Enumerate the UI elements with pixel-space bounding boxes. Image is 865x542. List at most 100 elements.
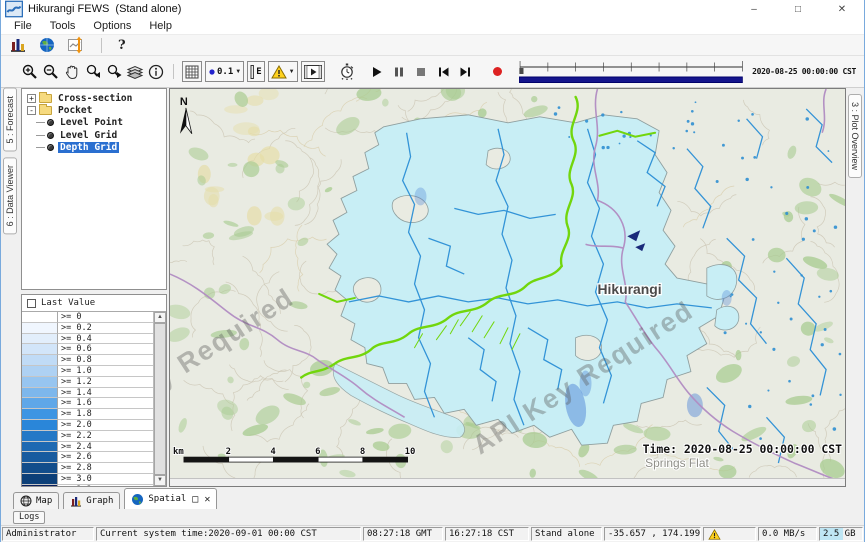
tab-plot-overview[interactable]: 3 : Plot Overview (848, 94, 862, 178)
tree-expander-icon[interactable]: + (27, 94, 36, 103)
movie-icon (304, 65, 322, 79)
zoom-next-icon[interactable] (105, 63, 123, 81)
elevation-button[interactable]: E (247, 61, 264, 82)
restore-panel-button[interactable]: □ (192, 494, 198, 505)
skip-to-start-button[interactable] (434, 63, 453, 81)
menu-help[interactable]: Help (140, 20, 181, 32)
map-canvas[interactable]: API Key Required API Key Required Hikura… (170, 89, 845, 478)
maximize-button[interactable]: □ (776, 0, 820, 18)
legend-row[interactable]: >= 3.2 (22, 485, 153, 486)
close-button[interactable]: ✕ (820, 0, 864, 18)
legend-row[interactable]: >= 2.0 (22, 420, 153, 431)
tab-map[interactable]: Map (13, 492, 59, 509)
bullet-icon (47, 119, 54, 126)
skip-to-end-button[interactable] (456, 63, 475, 81)
skip-start-icon (437, 66, 450, 78)
pause-button[interactable] (390, 63, 409, 81)
status-warning[interactable] (703, 527, 756, 541)
tree-label[interactable]: Depth Grid (58, 142, 119, 153)
legend-list: >= 0>= 0.2>= 0.4>= 0.6>= 0.8>= 1.0>= 1.2… (22, 312, 153, 486)
legend-swatch (22, 463, 58, 474)
legend-row[interactable]: >= 2.4 (22, 442, 153, 453)
legend-row[interactable]: >= 0.6 (22, 344, 153, 355)
zoom-previous-icon[interactable] (84, 63, 102, 81)
legend-row[interactable]: >= 2.6 (22, 452, 153, 463)
legend-row[interactable]: >= 1.2 (22, 377, 153, 388)
scalar-chart-icon[interactable] (67, 36, 85, 54)
menu-file[interactable]: File (5, 20, 41, 32)
layers-icon[interactable] (126, 63, 144, 81)
pan-icon[interactable] (63, 63, 81, 81)
tree-node[interactable]: Level Grid (22, 129, 166, 141)
tree-node[interactable]: - Pocket (22, 104, 166, 116)
tree-node[interactable]: + Cross-section (22, 92, 166, 104)
zoom-out-icon[interactable] (42, 63, 60, 81)
legend-row[interactable]: >= 1.0 (22, 366, 153, 377)
legend-row[interactable]: >= 2.2 (22, 431, 153, 442)
tab-spatial[interactable]: Spatial □ ✕ (124, 488, 217, 509)
tab-forecast[interactable]: 5 : Forecast (3, 88, 17, 152)
scroll-thumb[interactable] (154, 323, 166, 475)
legend-swatch (22, 388, 58, 399)
tree-expander-icon[interactable]: - (27, 106, 36, 115)
grid-display-button[interactable] (182, 61, 202, 82)
classbreak-threshold-button[interactable]: 0.1▼ (205, 61, 244, 82)
tree-node[interactable]: Depth Grid (22, 142, 166, 154)
legend-row[interactable]: >= 0.4 (22, 334, 153, 345)
legend-label: >= 2.6 (58, 452, 153, 463)
legend-label: >= 3.2 (58, 485, 153, 486)
menu-bar: File Tools Options Help (1, 18, 864, 35)
map-panel[interactable]: API Key Required API Key Required Hikura… (169, 88, 846, 487)
chevron-down-icon[interactable]: ▼ (289, 69, 295, 75)
main-toolbar: ? (1, 35, 864, 56)
legend-row[interactable]: >= 0 (22, 312, 153, 323)
interval-timer-button[interactable] (338, 63, 357, 81)
record-button[interactable] (488, 63, 507, 81)
data-display-icon[interactable] (9, 36, 27, 54)
status-bar: Administrator Current system time:2020-0… (1, 525, 864, 542)
legend-scrollbar[interactable]: ▲ ▼ (153, 312, 166, 486)
tab-data-viewer[interactable]: 6 : Data Viewer (3, 157, 17, 234)
spatial-display-icon[interactable] (38, 36, 56, 54)
scroll-up-arrow[interactable]: ▲ (154, 312, 166, 323)
minimize-button[interactable]: – (732, 0, 776, 18)
tree-label[interactable]: Level Grid (58, 130, 119, 141)
legend-row[interactable]: >= 1.6 (22, 398, 153, 409)
menu-tools[interactable]: Tools (41, 20, 85, 32)
play-icon (371, 66, 383, 78)
chevron-down-icon[interactable]: ▼ (235, 69, 241, 75)
tree-label[interactable]: Level Point (58, 117, 125, 128)
tree-label[interactable]: Cross-section (56, 93, 134, 104)
menu-options[interactable]: Options (84, 20, 140, 32)
stop-button[interactable] (412, 63, 431, 81)
slider-thumb[interactable] (519, 68, 523, 74)
legend-row[interactable]: >= 1.8 (22, 409, 153, 420)
logs-button[interactable]: Logs (13, 511, 45, 524)
checkbox-icon[interactable] (27, 299, 36, 308)
zoom-in-icon[interactable] (21, 63, 39, 81)
help-button[interactable]: ? (118, 38, 126, 53)
last-value-toggle[interactable]: Last Value (22, 295, 166, 311)
legend-row[interactable]: >= 0.2 (22, 323, 153, 334)
tree-node[interactable]: Level Point (22, 117, 166, 129)
legend-row[interactable]: >= 2.8 (22, 463, 153, 474)
legend-label: >= 3.0 (58, 474, 153, 485)
close-panel-button[interactable]: ✕ (204, 494, 210, 505)
status-memory: 2.5 GB (819, 527, 863, 541)
tab-graph[interactable]: Graph (63, 492, 120, 509)
animation-button[interactable] (301, 61, 325, 82)
legend-row[interactable]: >= 3.0 (22, 474, 153, 485)
legend-row[interactable]: >= 1.4 (22, 388, 153, 399)
legend-row[interactable]: >= 0.8 (22, 355, 153, 366)
info-icon[interactable] (147, 63, 165, 81)
tree-label[interactable]: Pocket (56, 105, 94, 116)
play-button[interactable] (368, 63, 387, 81)
thresholds-warning-button[interactable]: ▼ (268, 61, 298, 82)
time-slider[interactable] (518, 59, 745, 85)
window-controls: – □ ✕ (732, 0, 864, 18)
legend-swatch (22, 442, 58, 453)
legend-swatch (22, 474, 58, 485)
scroll-down-arrow[interactable]: ▼ (154, 475, 166, 486)
current-datetime: 2020-08-25 00:00:00 CST (752, 67, 856, 76)
legend-label: >= 0.6 (58, 344, 153, 355)
